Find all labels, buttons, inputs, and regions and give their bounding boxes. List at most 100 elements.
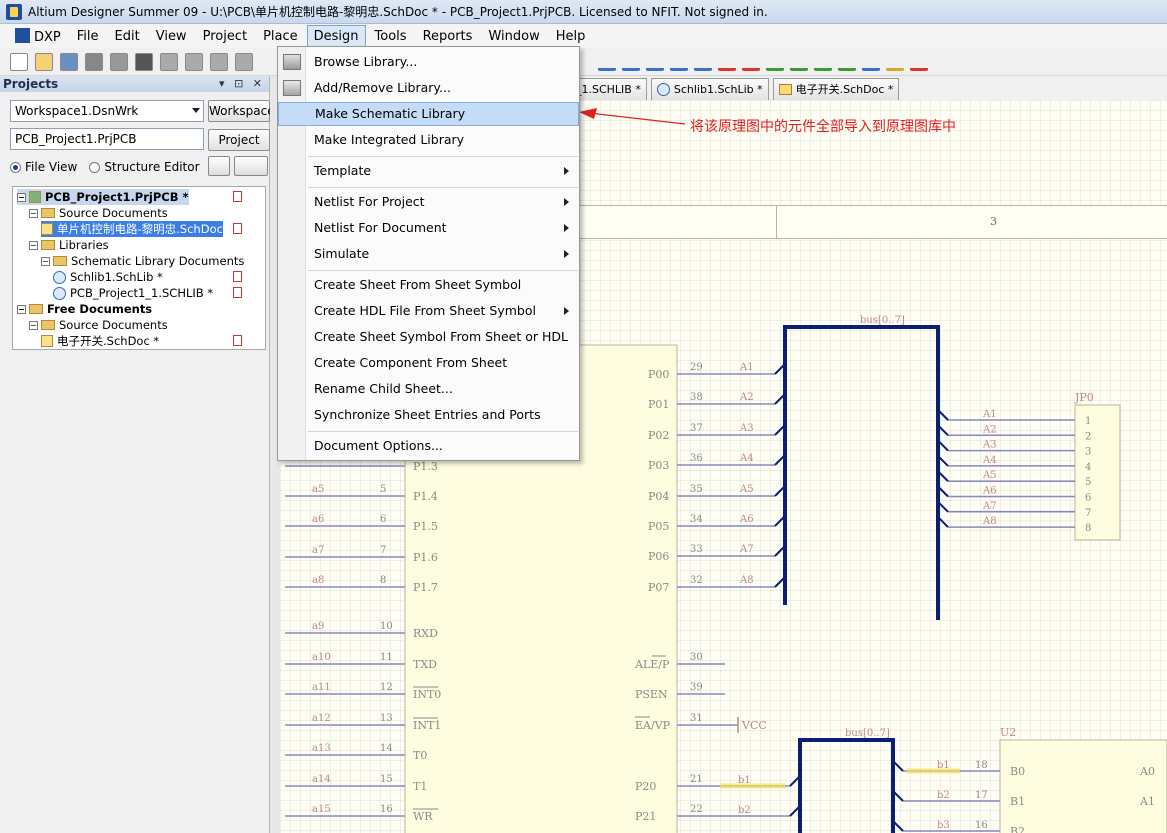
- modified-icon: [233, 223, 242, 234]
- design-menu-item[interactable]: Make Schematic Library: [278, 102, 579, 126]
- tab-schlib1[interactable]: Schlib1.SchLib *: [650, 78, 769, 100]
- sch-label: 2: [1085, 431, 1091, 442]
- collapse-icon[interactable]: −: [17, 304, 26, 314]
- port-icon[interactable]: [862, 53, 880, 71]
- design-menu-item[interactable]: Create HDL File From Sheet Symbol: [278, 299, 579, 323]
- panel-controls[interactable]: ▾ ⊡ ✕: [219, 76, 265, 92]
- main-toolbar: [0, 48, 1167, 76]
- tree-item[interactable]: − PCB_Project1.PrjPCB *: [17, 189, 189, 205]
- tree-item[interactable]: − Source Documents: [29, 317, 168, 333]
- menu-edit[interactable]: Edit: [108, 25, 147, 48]
- collapse-icon[interactable]: −: [29, 320, 38, 330]
- collapse-icon[interactable]: −: [17, 192, 26, 202]
- schdoc-icon: [41, 335, 53, 347]
- more-icon[interactable]: [235, 53, 253, 71]
- collapse-icon[interactable]: −: [29, 240, 38, 250]
- wire-icon[interactable]: [598, 53, 616, 71]
- gnd-icon[interactable]: [718, 53, 736, 71]
- new-icon[interactable]: [10, 53, 28, 71]
- menu-view[interactable]: View: [149, 25, 194, 48]
- collapse-icon[interactable]: −: [41, 256, 50, 266]
- menu-project[interactable]: Project: [196, 25, 254, 48]
- tree-item[interactable]: 单片机控制电路-黎明忠.SchDoc: [41, 221, 223, 237]
- zoom-area-icon[interactable]: [185, 53, 203, 71]
- u2-body: [999, 739, 1167, 833]
- directive-icon[interactable]: [886, 53, 904, 71]
- schdoc-icon: [41, 223, 53, 235]
- sch-label: 39: [690, 682, 703, 693]
- open-icon[interactable]: [35, 53, 53, 71]
- no-erc-icon[interactable]: [910, 53, 928, 71]
- collapse-icon[interactable]: −: [29, 208, 38, 218]
- layers-icon[interactable]: [135, 53, 153, 71]
- net-icon[interactable]: [694, 53, 712, 71]
- project-button[interactable]: Project: [208, 129, 270, 151]
- design-menu-item[interactable]: Create Sheet From Sheet Symbol: [278, 273, 579, 297]
- design-menu-item[interactable]: Make Integrated Library: [278, 128, 579, 152]
- sch-label: b1: [738, 775, 751, 786]
- workspace-button[interactable]: Workspace: [208, 100, 275, 122]
- design-menu-item[interactable]: Create Sheet Symbol From Sheet or HDL: [278, 325, 579, 349]
- design-menu-item[interactable]: Document Options...: [278, 434, 579, 458]
- tree-item[interactable]: − Source Documents: [29, 205, 168, 221]
- tree-item[interactable]: − Libraries: [29, 237, 109, 253]
- sch-label: B2: [1010, 825, 1025, 833]
- design-menu-item[interactable]: Create Component From Sheet: [278, 351, 579, 375]
- vcc-icon[interactable]: [742, 53, 760, 71]
- zoom-icon[interactable]: [160, 53, 178, 71]
- menu-design[interactable]: Design: [306, 24, 366, 48]
- design-menu-item[interactable]: Synchronize Sheet Entries and Ports: [278, 403, 579, 427]
- dxp-icon: [15, 27, 30, 43]
- folder-options-icon[interactable]: [234, 156, 268, 176]
- bus-wire: [798, 738, 895, 833]
- sch-label: B1: [1010, 795, 1025, 808]
- preview-icon[interactable]: [110, 53, 128, 71]
- design-menu-item[interactable]: Template: [278, 159, 579, 183]
- menu-tools[interactable]: Tools: [368, 25, 414, 48]
- menu-file[interactable]: File: [70, 25, 106, 48]
- sch-label: 22: [690, 804, 703, 815]
- select-icon[interactable]: [210, 53, 228, 71]
- design-menu-item[interactable]: Netlist For Document: [278, 216, 579, 240]
- sch-label: 34: [690, 514, 703, 525]
- folder-icon: [29, 304, 43, 314]
- design-menu-item[interactable]: Simulate: [278, 242, 579, 266]
- sch-label: 21: [690, 774, 703, 785]
- projects-panel: Projects ▾ ⊡ ✕ Workspace1.DsnWrk Workspa…: [0, 76, 275, 833]
- print-icon[interactable]: [85, 53, 103, 71]
- net-label-icon[interactable]: [670, 53, 688, 71]
- submenu-arrow-icon: [564, 307, 569, 315]
- sch-label: P04: [648, 490, 669, 503]
- harness-icon[interactable]: [838, 53, 856, 71]
- workspace-combo[interactable]: Workspace1.DsnWrk: [10, 100, 204, 122]
- file-view-radio[interactable]: [10, 161, 21, 173]
- menu-window[interactable]: Window: [481, 25, 546, 48]
- altium-app-icon: [6, 3, 22, 20]
- menu-dxp[interactable]: DXP: [8, 24, 68, 49]
- bus-icon[interactable]: [622, 53, 640, 71]
- sch-label: b2: [937, 790, 950, 801]
- sch-label: 37: [690, 423, 703, 434]
- tab-pcb-project1-schlib[interactable]: _1.SCHLIB *: [570, 78, 647, 100]
- bus-entry-icon[interactable]: [646, 53, 664, 71]
- project-field[interactable]: PCB_Project1.PrjPCB: [10, 128, 204, 150]
- menu-reports[interactable]: Reports: [416, 25, 480, 48]
- menu-help[interactable]: Help: [549, 25, 593, 48]
- sheet-entry-icon[interactable]: [814, 53, 832, 71]
- tree-item[interactable]: PCB_Project1_1.SCHLIB *: [53, 285, 213, 301]
- structure-editor-radio[interactable]: [89, 161, 101, 173]
- sheet-symbol-icon[interactable]: [790, 53, 808, 71]
- tree-item[interactable]: 电子开关.SchDoc *: [41, 333, 159, 349]
- menu-place[interactable]: Place: [256, 25, 305, 48]
- save-icon[interactable]: [60, 53, 78, 71]
- tree-item[interactable]: − Free Documents: [17, 301, 152, 317]
- part-icon[interactable]: [766, 53, 784, 71]
- design-menu-item[interactable]: Browse Library...: [278, 50, 579, 74]
- tab-electronic-switch[interactable]: 电子开关.SchDoc *: [772, 78, 900, 100]
- design-menu-item[interactable]: Netlist For Project: [278, 190, 579, 214]
- layers-icon[interactable]: [208, 156, 230, 176]
- design-menu-item[interactable]: Rename Child Sheet...: [278, 377, 579, 401]
- tree-item[interactable]: Schlib1.SchLib *: [53, 269, 163, 285]
- design-menu-item[interactable]: Add/Remove Library...: [278, 76, 579, 100]
- tree-item[interactable]: − Schematic Library Documents: [41, 253, 244, 269]
